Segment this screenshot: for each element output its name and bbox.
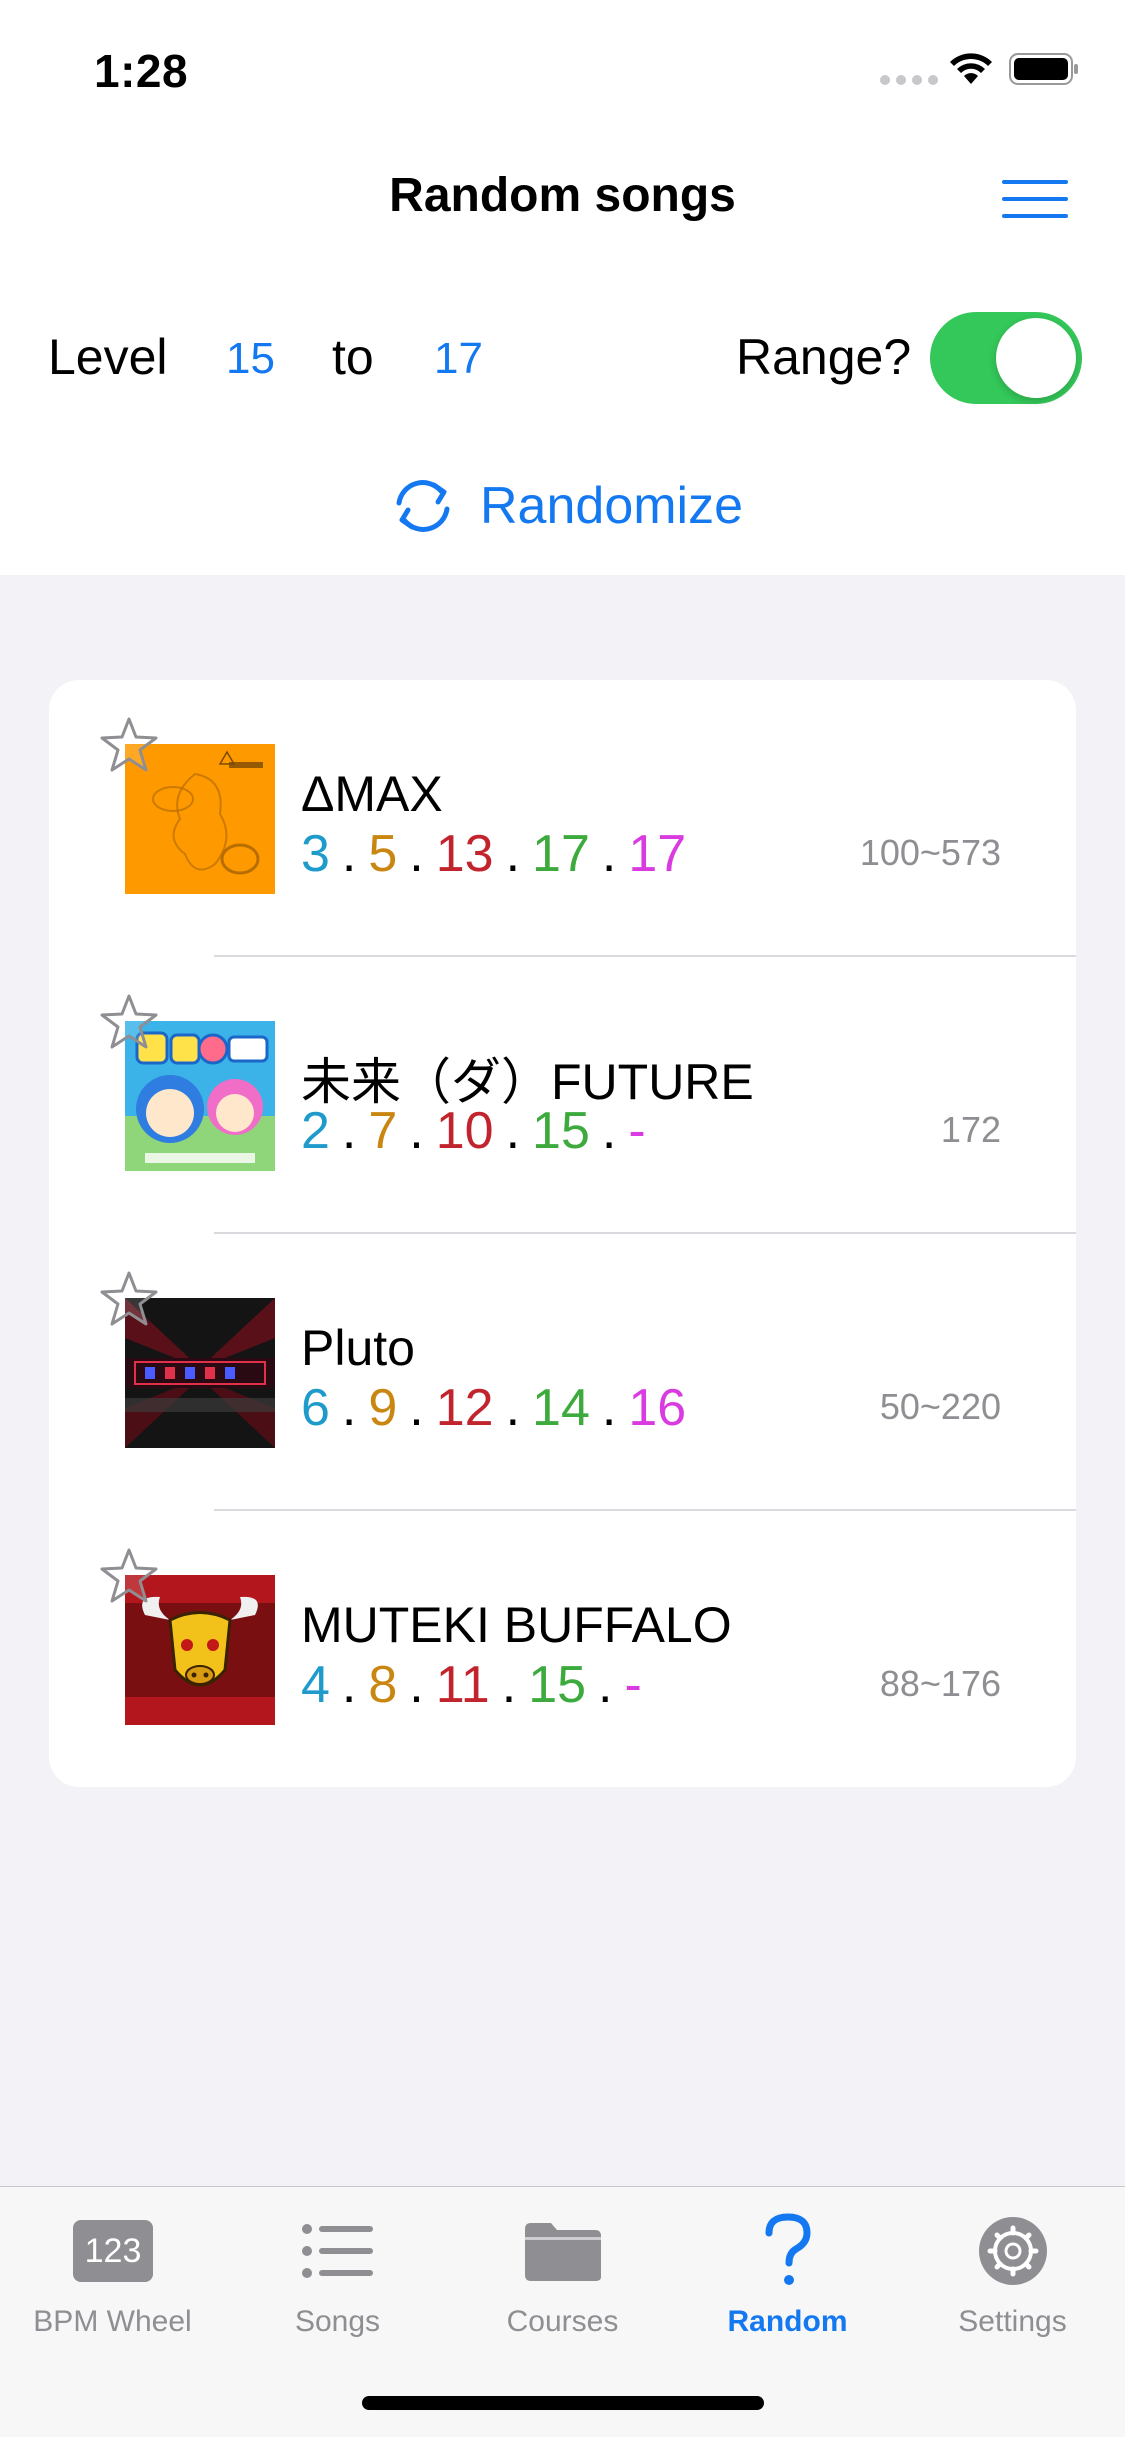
song-row[interactable]: MUTEKI BUFFALO 4. 8. 11. 15. - 88~176 xyxy=(49,1511,1076,1787)
level-beginner: 3 xyxy=(301,825,330,883)
level-beginner: 4 xyxy=(301,1656,330,1714)
song-title: Pluto xyxy=(301,1320,415,1376)
tab-label: Songs xyxy=(294,2305,381,2338)
toggle-knob xyxy=(996,318,1076,398)
level-basic: 8 xyxy=(368,1656,398,1714)
folder-icon xyxy=(524,2223,601,2281)
level-beginner: 6 xyxy=(301,1379,330,1437)
tab-label: Courses xyxy=(506,2305,619,2338)
tab-songs[interactable]: Songs xyxy=(225,2211,450,2339)
level-label: Level xyxy=(48,329,168,385)
level-challenge: 17 xyxy=(628,825,687,883)
range-toggle[interactable] xyxy=(930,312,1082,404)
difficulty-levels: 4. 8. 11. 15. - xyxy=(301,1656,642,1714)
tab-random[interactable]: Random xyxy=(675,2211,900,2339)
level-challenge: - xyxy=(624,1656,642,1714)
randomize-label: Randomize xyxy=(480,477,744,535)
tab-label: BPM Wheel xyxy=(33,2305,192,2338)
level-expert: 14 xyxy=(532,1379,590,1437)
level-beginner: 2 xyxy=(301,1102,330,1160)
song-bpm: 50~220 xyxy=(879,1386,1001,1427)
tab-courses[interactable]: Courses xyxy=(450,2211,675,2339)
star-outline-icon[interactable] xyxy=(99,993,159,1051)
hamburger-menu-icon[interactable] xyxy=(1000,178,1070,220)
song-title: MUTEKI BUFFALO xyxy=(301,1597,732,1653)
song-list: ΔMAX 3. 5. 13. 17. 17 100~573 未来（ダ）FUTUR… xyxy=(49,680,1076,1787)
difficulty-levels: 6. 9. 12. 14. 16 xyxy=(301,1379,687,1437)
wifi-icon xyxy=(950,53,992,84)
difficulty-levels: 3. 5. 13. 17. 17 xyxy=(301,825,687,883)
level-expert: 15 xyxy=(532,1102,590,1160)
bpm-wheel-icon: 123 xyxy=(72,2220,153,2282)
song-bpm: 100~573 xyxy=(859,832,1001,873)
randomize-button[interactable]: Randomize xyxy=(390,476,743,536)
range-label: Range? xyxy=(736,329,912,385)
star-outline-icon[interactable] xyxy=(99,716,159,774)
to-label: to xyxy=(332,329,374,385)
star-outline-icon[interactable] xyxy=(99,1270,159,1328)
song-row[interactable]: Pluto 6. 9. 12. 14. 16 50~220 xyxy=(49,1234,1076,1511)
level-basic: 5 xyxy=(368,825,398,883)
list-icon xyxy=(301,2224,373,2278)
star-outline-icon[interactable] xyxy=(99,1547,159,1605)
difficulty-levels: 2. 7. 10. 15. - xyxy=(301,1102,646,1160)
level-basic: 7 xyxy=(368,1102,398,1160)
battery-icon xyxy=(1009,53,1078,85)
tab-settings[interactable]: Settings xyxy=(900,2211,1125,2339)
song-bpm: 88~176 xyxy=(879,1663,1001,1704)
level-challenge: - xyxy=(628,1102,646,1160)
level-basic: 9 xyxy=(368,1379,398,1437)
svg-text:123: 123 xyxy=(84,2232,141,2270)
tab-label: Settings xyxy=(958,2305,1067,2338)
level-difficult: 12 xyxy=(435,1379,494,1437)
gear-icon xyxy=(978,2217,1047,2285)
page-title: Random songs xyxy=(389,169,736,222)
level-difficult: 11 xyxy=(435,1656,490,1714)
status-time: 1:28 xyxy=(94,45,189,97)
level-challenge: 16 xyxy=(628,1379,687,1437)
tab-bpm-wheel[interactable]: 123 BPM Wheel xyxy=(0,2211,225,2339)
level-expert: 17 xyxy=(532,825,590,883)
tab-label: Random xyxy=(727,2305,848,2338)
refresh-icon xyxy=(396,480,450,532)
level-expert: 15 xyxy=(528,1656,587,1714)
song-row[interactable]: ΔMAX 3. 5. 13. 17. 17 100~573 xyxy=(49,680,1076,957)
song-title: ΔMAX xyxy=(301,766,443,822)
question-mark-icon xyxy=(765,2213,811,2285)
level-difficult: 10 xyxy=(435,1102,494,1160)
level-from-field[interactable]: 15 xyxy=(226,334,275,384)
song-row[interactable]: 未来（ダ）FUTURE 2. 7. 10. 15. - 172 xyxy=(49,957,1076,1234)
song-bpm: 172 xyxy=(940,1109,1001,1150)
home-indicator xyxy=(362,2396,764,2410)
level-to-field[interactable]: 17 xyxy=(434,334,483,384)
cellular-signal-icon xyxy=(880,75,938,85)
level-difficult: 13 xyxy=(435,825,494,883)
